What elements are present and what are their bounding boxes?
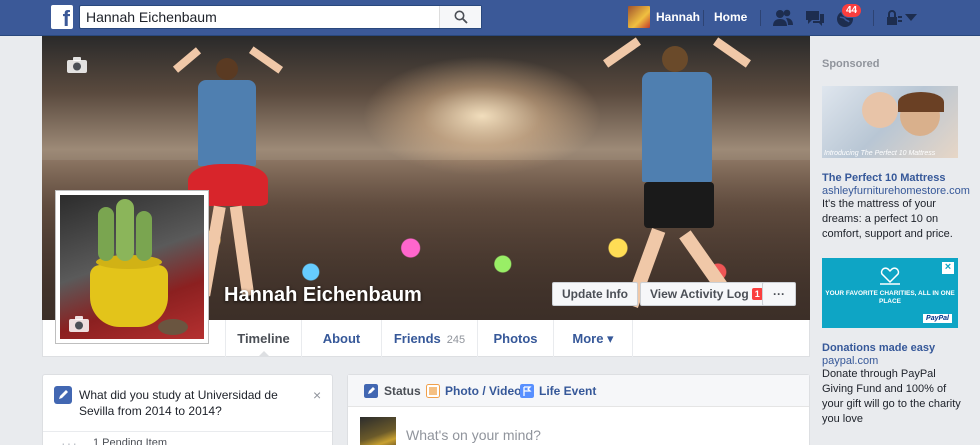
- tab-friends[interactable]: Friends 245: [381, 320, 477, 357]
- more-options-button[interactable]: ···: [762, 282, 796, 306]
- search-button[interactable]: [439, 6, 481, 28]
- composer-status-tab[interactable]: Status: [384, 375, 421, 407]
- ad-image-paypal[interactable]: YOUR FAVORITE CHARITIES, ALL IN ONE PLAC…: [822, 258, 958, 328]
- pencil-icon: [364, 384, 378, 398]
- camera-icon[interactable]: [66, 56, 88, 74]
- tab-label: Photos: [493, 331, 538, 346]
- activity-log-label: View Activity Log: [650, 287, 749, 301]
- separator: [703, 10, 704, 26]
- notification-badge: 44: [841, 3, 863, 18]
- separator: [760, 10, 761, 26]
- ad-domain[interactable]: paypal.com: [822, 355, 878, 367]
- composer-photo-video-tab[interactable]: Photo / Video: [445, 375, 521, 407]
- life-event-flag-icon: [520, 384, 534, 398]
- pending-items-link[interactable]: 1 Pending Item: [93, 437, 167, 445]
- education-prompt-card: What did you study at Universidad de Sev…: [42, 374, 333, 445]
- top-navigation-bar: f Hannah Home 44: [0, 0, 980, 36]
- paypal-logo: PayPal: [923, 314, 952, 323]
- friends-count: 245: [446, 334, 466, 346]
- tab-timeline[interactable]: Timeline: [225, 320, 301, 357]
- divider: [43, 431, 332, 432]
- ad-text: Donate through PayPal Giving Fund and 10…: [822, 368, 961, 425]
- profile-link[interactable]: Hannah: [656, 10, 700, 24]
- profile-picture[interactable]: [55, 190, 209, 344]
- messages-icon[interactable]: [804, 8, 826, 28]
- stage-lights: [362, 56, 602, 176]
- ad-domain[interactable]: ashleyfurniturehomestore.com: [822, 185, 970, 197]
- close-icon[interactable]: ×: [942, 262, 954, 274]
- edit-icon: [54, 386, 72, 404]
- ad-image-caption: Introducing The Perfect 10 Mattress: [824, 150, 936, 157]
- composer-tabs: Status Photo / Video Life Event: [348, 375, 809, 407]
- tab-label: Friends: [393, 331, 441, 346]
- education-question[interactable]: What did you study at Universidad de Sev…: [79, 387, 309, 419]
- separator: [873, 10, 874, 26]
- profile-name[interactable]: Hannah Eichenbaum: [224, 284, 422, 307]
- friend-requests-icon[interactable]: [772, 8, 794, 28]
- close-icon[interactable]: ×: [313, 387, 321, 403]
- tab-about[interactable]: About: [301, 320, 381, 357]
- tab-label: More ▾: [572, 331, 614, 346]
- view-activity-log-button[interactable]: View Activity Log 1: [640, 282, 773, 306]
- ad-title[interactable]: Donations made easy: [822, 342, 935, 354]
- facebook-logo[interactable]: f: [51, 5, 73, 29]
- pending-dots-icon: ···: [61, 435, 78, 445]
- search-icon: [454, 10, 468, 24]
- search-box: [79, 5, 482, 29]
- composer-avatar: [360, 417, 396, 445]
- ad-title[interactable]: The Perfect 10 Mattress: [822, 172, 946, 184]
- dancer-right: [602, 37, 752, 312]
- tab-label: Timeline: [237, 331, 290, 346]
- tab-more[interactable]: More ▾: [553, 320, 633, 357]
- tab-label: About: [322, 331, 361, 346]
- privacy-lock-icon[interactable]: [884, 8, 906, 28]
- user-avatar[interactable]: [628, 6, 650, 28]
- home-link[interactable]: Home: [714, 10, 747, 24]
- ad-image-mattress[interactable]: Introducing The Perfect 10 Mattress: [822, 86, 958, 158]
- status-input[interactable]: What's on your mind?: [406, 427, 541, 443]
- sponsored-heading: Sponsored: [822, 58, 880, 70]
- dropdown-caret-icon[interactable]: [904, 12, 918, 22]
- tab-photos[interactable]: Photos: [477, 320, 553, 357]
- composer-life-event-tab[interactable]: Life Event: [539, 375, 596, 407]
- ad-image-text: YOUR FAVORITE CHARITIES, ALL IN ONE PLAC…: [825, 290, 955, 305]
- search-input[interactable]: [80, 6, 440, 28]
- ad-text: It's the mattress of your dreams: a perf…: [822, 198, 953, 240]
- update-info-button[interactable]: Update Info: [552, 282, 638, 306]
- photo-icon: [426, 384, 440, 398]
- post-composer: Status Photo / Video Life Event What's o…: [347, 374, 810, 445]
- heart-hand-icon: [880, 267, 900, 285]
- profile-image: [60, 195, 204, 339]
- camera-icon[interactable]: [68, 315, 90, 333]
